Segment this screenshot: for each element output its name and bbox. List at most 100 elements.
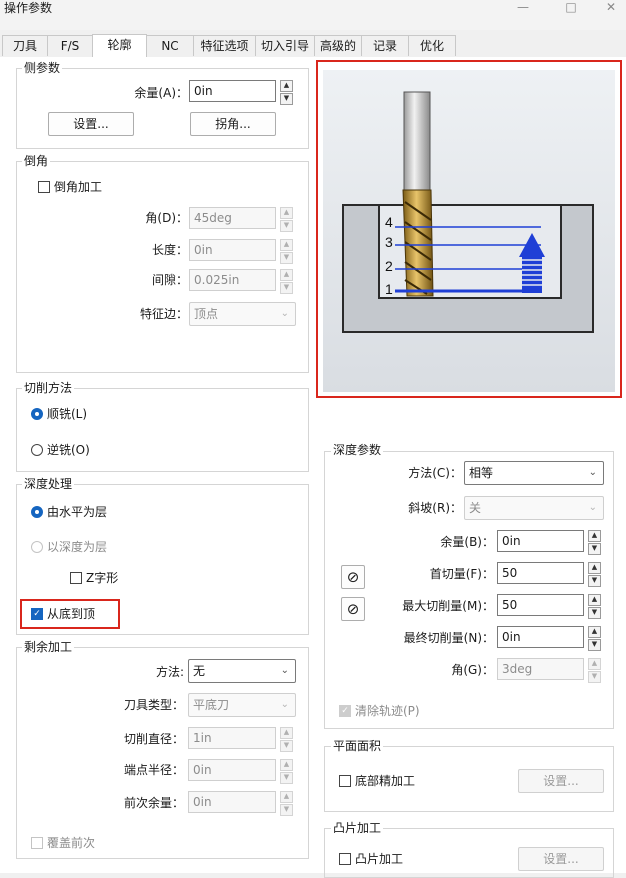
bottom-up-checkbox[interactable]: ✓ bbox=[31, 608, 43, 620]
tool-type-label: 刀具类型： bbox=[123, 698, 184, 712]
override-checkbox[interactable] bbox=[31, 837, 43, 849]
boss-settings-button[interactable]: 设置... bbox=[518, 847, 604, 871]
tab-feature-options[interactable]: 特征选项 bbox=[193, 35, 256, 56]
toolpath-preview-image: 4 3 2 1 bbox=[323, 70, 615, 392]
conventional-radio[interactable] bbox=[31, 444, 43, 456]
chamfer-gap-input[interactable]: 0.025in bbox=[189, 269, 276, 291]
chamfer-checkbox[interactable] bbox=[38, 181, 50, 193]
chamfer-enable-label: 倒角加工 bbox=[54, 180, 103, 194]
depth-stock-spinner[interactable]: ▲ ▼ bbox=[588, 530, 601, 555]
cut-method-title: 切削方法 bbox=[22, 381, 75, 395]
climb-label: 顺铣(L) bbox=[47, 407, 88, 421]
level-label-2: 2 bbox=[385, 258, 393, 274]
corner-radius-spinner[interactable]: ▲ ▼ bbox=[280, 759, 293, 784]
maximize-icon[interactable]: □ bbox=[556, 0, 586, 16]
depth-method-label: 方法(C)： bbox=[408, 466, 462, 480]
chevron-down-icon: ⌄ bbox=[280, 665, 289, 676]
cut-diameter-spinner[interactable]: ▲ ▼ bbox=[280, 727, 293, 752]
close-icon[interactable]: ✕ bbox=[596, 0, 626, 16]
stock-label: 余量(A)： bbox=[134, 86, 188, 100]
tab-lead-in[interactable]: 切入引导 bbox=[255, 35, 315, 56]
cut-diameter-input[interactable]: 1in bbox=[188, 727, 276, 749]
chamfer-edge-value: 顶点 bbox=[194, 307, 219, 321]
depth-angle-label: 角(G)： bbox=[451, 663, 494, 677]
tab-nc[interactable]: NC bbox=[146, 35, 194, 56]
rest-method-select[interactable]: 无 ⌄ bbox=[188, 659, 296, 683]
first-cut-spinner[interactable]: ▲ ▼ bbox=[588, 562, 601, 587]
override-label: 覆盖前次 bbox=[47, 836, 96, 850]
ramp-select[interactable]: 关 ⌄ bbox=[464, 496, 604, 520]
chevron-down-icon: ⌄ bbox=[280, 699, 289, 710]
by-depth-label: 以深度为层 bbox=[47, 540, 108, 554]
by-level-label: 由水平为层 bbox=[47, 505, 108, 519]
bottom-finish-label: 底部精加工 bbox=[355, 774, 416, 788]
chamfer-gap-spinner[interactable]: ▲ ▼ bbox=[280, 269, 293, 294]
boss-label: 凸片加工 bbox=[355, 852, 404, 866]
corner-button[interactable]: 拐角... bbox=[190, 112, 276, 136]
chamfer-length-input[interactable]: 0in bbox=[189, 239, 276, 261]
stock-spinner[interactable]: ▲ ▼ bbox=[280, 80, 293, 105]
tab-contour[interactable]: 轮廓 bbox=[92, 34, 147, 57]
depth-method-select[interactable]: 相等 ⌄ bbox=[464, 461, 604, 485]
final-cut-label: 最终切削量(N)： bbox=[403, 631, 494, 645]
depth-angle-input[interactable]: 3deg bbox=[497, 658, 584, 680]
stock-input[interactable]: 0in bbox=[189, 80, 276, 102]
chamfer-length-spinner[interactable]: ▲ ▼ bbox=[280, 239, 293, 264]
first-cut-input[interactable]: 50 bbox=[497, 562, 584, 584]
final-cut-input[interactable]: 0in bbox=[497, 626, 584, 648]
flat-area-settings-button[interactable]: 设置... bbox=[518, 769, 604, 793]
clear-path-checkbox[interactable]: ✓ bbox=[339, 705, 351, 717]
chamfer-edge-select[interactable]: 顶点 ⌄ bbox=[189, 302, 296, 326]
zigzag-checkbox[interactable] bbox=[70, 572, 82, 584]
chevron-down-icon: ⌄ bbox=[588, 467, 597, 478]
ramp-label: 斜坡(R)： bbox=[408, 501, 462, 515]
max-cut-label: 最大切削量(M)： bbox=[402, 599, 494, 613]
tool-type-select[interactable]: 平底刀 ⌄ bbox=[188, 693, 296, 717]
corner-radius-input[interactable]: 0in bbox=[188, 759, 276, 781]
prev-stock-label: 前次余量： bbox=[123, 796, 184, 810]
level-label-3: 3 bbox=[385, 234, 393, 250]
conventional-label: 逆铣(O) bbox=[47, 443, 90, 457]
tab-tool[interactable]: 刀具 bbox=[2, 35, 48, 56]
chevron-down-icon: ⌄ bbox=[588, 502, 597, 513]
chamfer-edge-label: 特征边： bbox=[139, 307, 188, 321]
climb-radio[interactable] bbox=[31, 408, 43, 420]
max-cut-input[interactable]: 50 bbox=[497, 594, 584, 616]
bottom-up-label: 从底到顶 bbox=[47, 607, 96, 621]
max-cut-spinner[interactable]: ▲ ▼ bbox=[588, 594, 601, 619]
flat-area-title: 平面面积 bbox=[331, 739, 384, 753]
chevron-down-icon: ⌄ bbox=[280, 308, 289, 319]
chamfer-angle-spinner[interactable]: ▲ ▼ bbox=[280, 207, 293, 232]
bottom-finish-checkbox[interactable] bbox=[339, 775, 351, 787]
max-cut-no-icon[interactable]: ⊘ bbox=[341, 597, 365, 621]
by-depth-radio[interactable] bbox=[31, 541, 43, 553]
depth-angle-spinner[interactable]: ▲ ▼ bbox=[588, 658, 601, 683]
chamfer-angle-input[interactable]: 45deg bbox=[189, 207, 276, 229]
prev-stock-spinner[interactable]: ▲ ▼ bbox=[280, 791, 293, 816]
rest-method-label: 方法: bbox=[155, 665, 184, 679]
depth-stock-label: 余量(B)： bbox=[440, 535, 494, 549]
final-cut-spinner[interactable]: ▲ ▼ bbox=[588, 626, 601, 651]
depth-params-group bbox=[324, 451, 614, 729]
zigzag-label: Z字形 bbox=[86, 571, 119, 585]
first-cut-no-icon[interactable]: ⊘ bbox=[341, 565, 365, 589]
depth-stock-input[interactable]: 0in bbox=[497, 530, 584, 552]
tab-optimize[interactable]: 优化 bbox=[408, 35, 456, 56]
window-title: 操作参数 bbox=[4, 1, 53, 15]
first-cut-label: 首切量(F)： bbox=[429, 567, 494, 581]
depth-processing-title: 深度处理 bbox=[22, 477, 75, 491]
tab-feeds-speeds[interactable]: F/S bbox=[47, 35, 93, 56]
settings-button[interactable]: 设置... bbox=[48, 112, 134, 136]
tab-advanced[interactable]: 高级的 bbox=[314, 35, 362, 56]
rest-machining-title: 剩余加工 bbox=[22, 640, 75, 654]
prev-stock-input[interactable]: 0in bbox=[188, 791, 276, 813]
by-level-radio[interactable] bbox=[31, 506, 43, 518]
chamfer-gap-label: 间隙： bbox=[151, 273, 188, 287]
minimize-icon[interactable]: — bbox=[508, 0, 538, 16]
boss-checkbox[interactable] bbox=[339, 853, 351, 865]
clear-path-label: 清除轨迹(P) bbox=[355, 704, 420, 718]
tool-type-value: 平底刀 bbox=[193, 698, 230, 712]
chamfer-angle-label: 角(D)： bbox=[145, 211, 188, 225]
corner-radius-label: 端点半径： bbox=[123, 763, 184, 777]
tab-log[interactable]: 记录 bbox=[361, 35, 409, 56]
